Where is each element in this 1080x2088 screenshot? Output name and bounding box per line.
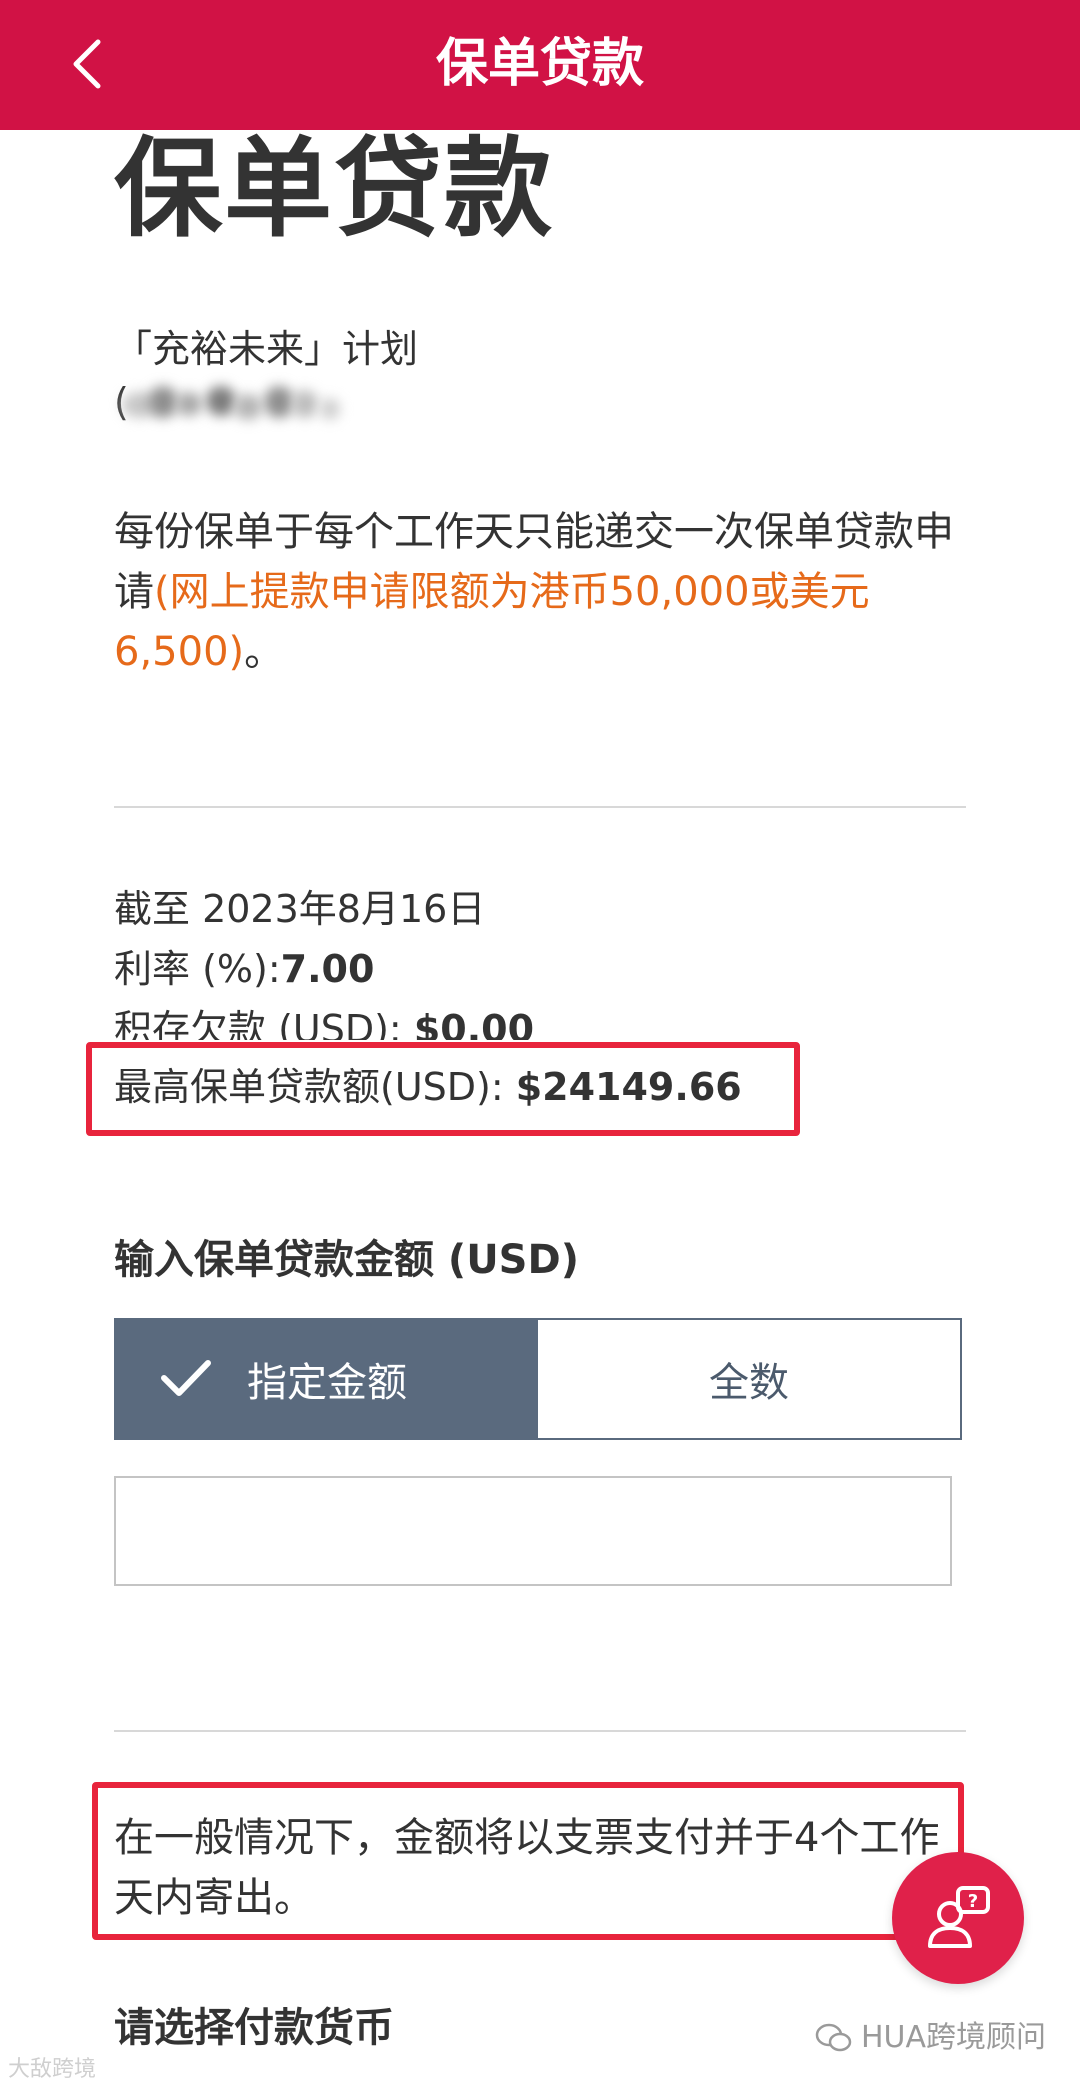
amount-type-toggle: 指定金额 全数	[114, 1318, 962, 1440]
option-full-amount[interactable]: 全数	[538, 1320, 960, 1438]
policy-number-redacted: (	[114, 378, 354, 430]
interest-rate-row: 利率 (%):7.00	[114, 940, 374, 998]
interest-rate-label: 利率 (%):	[114, 947, 281, 991]
option-specified-amount[interactable]: 指定金额	[116, 1320, 538, 1438]
submission-notice: 每份保单于每个工作天只能递交一次保单贷款申请(网上提款申请限额为港币50,000…	[114, 502, 974, 682]
outstanding-loan-label: 积存欠款 (USD):	[114, 1007, 414, 1040]
page-title: 保单贷款	[114, 127, 555, 252]
outstanding-loan-value: $0.00	[413, 1007, 535, 1040]
watermark-left: 大敌跨境	[8, 2057, 97, 2082]
divider	[114, 1730, 966, 1732]
svg-text:?: ?	[968, 1891, 978, 1912]
customer-service-icon: ?	[928, 1886, 990, 1948]
watermark-right: HUA跨境顾问	[815, 2018, 1046, 2058]
loan-amount-input[interactable]	[114, 1476, 952, 1586]
max-loan-highlight	[86, 1042, 800, 1136]
plan-name: 「充裕未来」计划	[114, 327, 419, 371]
option-specified-label: 指定金额	[247, 1360, 407, 1406]
check-icon	[161, 1360, 211, 1396]
payment-note-highlight	[92, 1782, 964, 1940]
divider	[114, 806, 966, 808]
chat-button[interactable]: ?	[892, 1852, 1024, 1984]
as-of-date: 截至 2023年8月16日	[114, 887, 486, 931]
wechat-icon	[815, 2023, 852, 2052]
option-full-label: 全数	[709, 1360, 789, 1406]
outstanding-loan-row: 积存欠款 (USD): $0.00	[114, 1000, 534, 1040]
amount-section-heading: 输入保单贷款金额 (USD)	[114, 1237, 579, 1283]
app-header: 保单贷款	[0, 0, 1080, 130]
interest-rate-value: 7.00	[280, 947, 375, 991]
notice-limit-text: (网上提款申请限额为港币50,000或美元6,500)	[114, 569, 870, 675]
watermark-right-text: HUA跨境顾问	[860, 2020, 1046, 2055]
notice-end-text: 。	[244, 629, 285, 675]
currency-section-heading: 请选择付款货币	[114, 2005, 394, 2051]
header-title: 保单贷款	[435, 34, 644, 94]
